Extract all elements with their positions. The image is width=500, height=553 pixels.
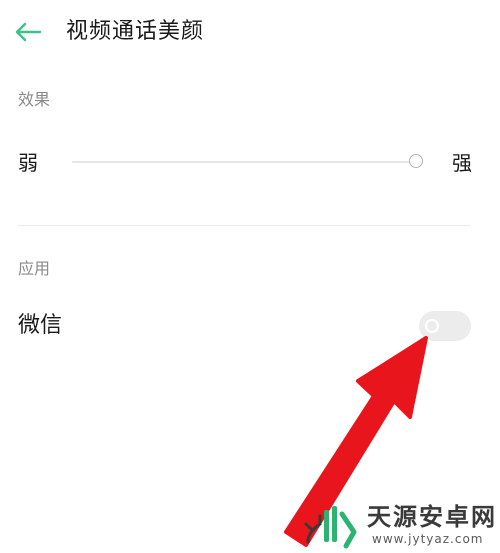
- annotation-arrow: [284, 336, 428, 547]
- slider-max-label: 强: [452, 151, 472, 175]
- effect-section-header: 效果: [18, 90, 51, 109]
- watermark-title: 天源安卓网: [367, 503, 497, 531]
- arrow-left-icon: [15, 22, 42, 42]
- toggle-knob: [425, 319, 439, 333]
- effect-slider-thumb[interactable]: [409, 154, 423, 168]
- back-button[interactable]: [10, 16, 46, 48]
- app-item-wechat-label: 微信: [18, 313, 63, 338]
- section-divider: [18, 225, 470, 226]
- watermark-url: www.jytyaz.com: [372, 532, 484, 546]
- watermark: 天源安卓网 www.jytyaz.com: [302, 500, 500, 553]
- effect-slider-track[interactable]: [72, 161, 416, 163]
- page-title: 视频通话美颜: [66, 19, 205, 44]
- slider-min-label: 弱: [18, 151, 38, 175]
- android-logo-icon: [304, 506, 357, 549]
- wechat-toggle[interactable]: [419, 311, 471, 341]
- apps-section-header: 应用: [18, 259, 51, 278]
